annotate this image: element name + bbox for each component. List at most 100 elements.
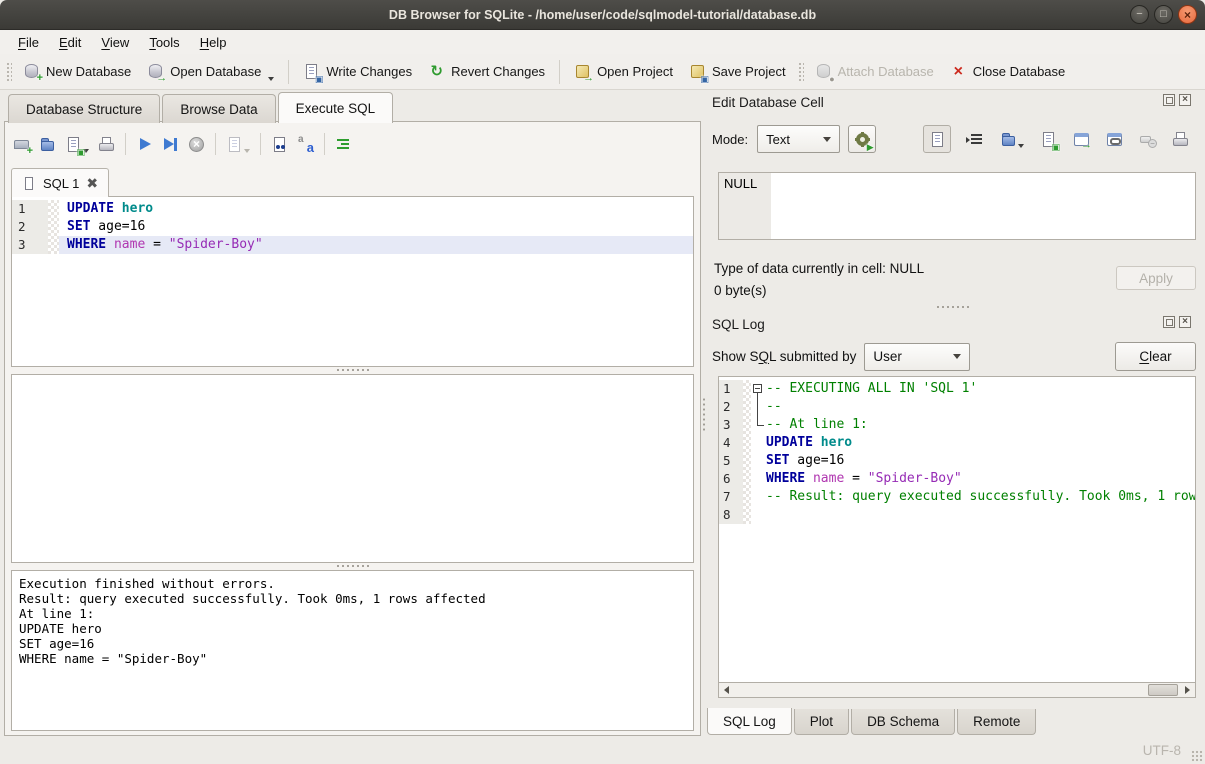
message-line: At line 1: — [12, 606, 693, 621]
panel-splitter[interactable] — [701, 92, 707, 736]
toolbar-grip[interactable] — [5, 61, 12, 83]
code-line[interactable]: 2SET age=16 — [12, 218, 693, 236]
open-project-button[interactable]: → Open Project — [566, 58, 681, 85]
tab-browse-data[interactable]: Browse Data — [162, 94, 275, 123]
close-dock-icon[interactable] — [1179, 94, 1191, 106]
cell-type-info: Type of data currently in cell: NULL — [714, 258, 924, 280]
chevron-down-icon — [953, 354, 961, 359]
float-dock-icon[interactable] — [1163, 316, 1175, 328]
sql-editor-toolbar: + ▣ — [13, 129, 352, 159]
print-cell-icon[interactable] — [1172, 131, 1189, 148]
print-icon[interactable] — [98, 136, 115, 153]
window-controls: − □ × — [1130, 5, 1197, 24]
main-toolbar: + New Database → Open Database ▣ Write C… — [0, 54, 1205, 90]
scroll-left-icon[interactable] — [719, 683, 734, 697]
sql-log-view[interactable]: 1-- EXECUTING ALL IN 'SQL 1'2--3-- At li… — [718, 376, 1196, 682]
tab-remote[interactable]: Remote — [957, 709, 1036, 735]
scroll-right-icon[interactable] — [1180, 683, 1195, 697]
menu-file[interactable]: File — [8, 32, 49, 53]
menu-view[interactable]: View — [91, 32, 139, 53]
set-null-icon[interactable] — [1139, 131, 1156, 148]
tab-database-structure[interactable]: Database Structure — [8, 94, 160, 123]
cell-value: NULL — [719, 173, 771, 239]
code-line[interactable]: 4UPDATE hero — [719, 434, 1195, 452]
find-icon[interactable] — [271, 136, 288, 153]
new-database-button[interactable]: + New Database — [15, 58, 139, 85]
horizontal-scrollbar[interactable] — [718, 682, 1196, 698]
open-sql-file-icon[interactable] — [39, 136, 56, 153]
close-tab-icon[interactable]: ✖ — [86, 176, 98, 190]
code-line[interactable]: 7-- Result: query executed successfully.… — [719, 488, 1195, 506]
menu-edit[interactable]: Edit — [49, 32, 91, 53]
clear-button[interactable]: Clear — [1115, 342, 1196, 371]
toolbar-separator — [559, 60, 560, 84]
splitter-handle[interactable] — [5, 367, 700, 373]
open-database-dropdown-icon[interactable] — [268, 77, 274, 81]
tab-plot[interactable]: Plot — [794, 709, 849, 735]
auto-format-icon[interactable] — [335, 136, 352, 153]
menubar: File Edit View Tools Help — [0, 30, 1205, 54]
import-dropdown-icon[interactable] — [1018, 144, 1024, 148]
code-line[interactable]: 3-- At line 1: — [719, 416, 1195, 434]
cell-toolbar: ▣ — [923, 124, 1189, 154]
sql-editor[interactable]: 1UPDATE hero2SET age=163WHERE name = "Sp… — [11, 196, 694, 367]
splitter-handle[interactable] — [707, 304, 1199, 310]
splitter-handle[interactable] — [5, 563, 700, 569]
code-line[interactable]: 1UPDATE hero — [12, 200, 693, 218]
find-replace-icon[interactable] — [297, 136, 314, 153]
code-line[interactable]: 2-- — [719, 398, 1195, 416]
minimize-button[interactable]: − — [1130, 5, 1149, 24]
auto-apply-button[interactable]: ▶ — [848, 125, 876, 153]
code-line[interactable]: 3WHERE name = "Spider-Boy" — [12, 236, 693, 254]
text-mode-button[interactable] — [923, 125, 951, 153]
cell-size-info: 0 byte(s) — [714, 280, 924, 302]
code-line[interactable]: 1-- EXECUTING ALL IN 'SQL 1' — [719, 380, 1195, 398]
code-line[interactable]: 6WHERE name = "Spider-Boy" — [719, 470, 1195, 488]
execution-message-box: Execution finished without errors.Result… — [11, 570, 694, 731]
tab-db-schema[interactable]: DB Schema — [851, 709, 955, 735]
open-sql-tab-icon[interactable]: + — [13, 136, 30, 153]
sql-log-title: SQL Log — [712, 317, 765, 332]
link-data-icon[interactable] — [1106, 131, 1123, 148]
code-line[interactable]: 8 — [719, 506, 1195, 524]
code-line[interactable]: 5SET age=16 — [719, 452, 1195, 470]
scrollbar-thumb[interactable] — [1148, 684, 1178, 696]
save-results-icon[interactable] — [226, 136, 243, 153]
mode-label: Mode: — [712, 132, 748, 147]
attach-database-button[interactable]: ● Attach Database — [807, 58, 942, 85]
close-button[interactable]: × — [1178, 5, 1197, 24]
toolbar-grip[interactable] — [797, 61, 804, 83]
export-data-icon[interactable]: ▣ — [1040, 131, 1057, 148]
apply-button[interactable]: Apply — [1116, 266, 1196, 290]
save-sql-file-icon[interactable]: ▣ — [65, 136, 82, 153]
close-dock-icon[interactable] — [1179, 316, 1191, 328]
close-database-button[interactable]: × Close Database — [942, 58, 1074, 85]
tab-sql-1[interactable]: SQL 1 ✖ — [11, 168, 109, 197]
import-data-icon[interactable] — [1000, 131, 1017, 148]
word-wrap-icon[interactable] — [967, 131, 984, 148]
edit-cell-dock: Edit Database Cell — [712, 92, 1199, 112]
open-project-icon: → — [574, 63, 591, 80]
save-project-button[interactable]: ▣ Save Project — [681, 58, 794, 85]
tab-sql-log[interactable]: SQL Log — [707, 708, 792, 735]
new-database-icon: + — [23, 63, 40, 80]
revert-changes-button[interactable]: ↻ Revert Changes — [420, 58, 553, 85]
write-changes-button[interactable]: ▣ Write Changes — [295, 58, 420, 85]
execute-all-icon[interactable] — [136, 136, 153, 153]
maximize-button[interactable]: □ — [1154, 5, 1173, 24]
save-results-dropdown-icon[interactable] — [244, 149, 250, 153]
cell-value-editor[interactable]: NULL — [718, 172, 1196, 240]
menu-help[interactable]: Help — [190, 32, 237, 53]
tab-execute-sql[interactable]: Execute SQL — [278, 92, 394, 123]
revert-changes-icon: ↻ — [428, 63, 445, 80]
float-dock-icon[interactable] — [1163, 94, 1175, 106]
resize-grip[interactable] — [1191, 750, 1203, 762]
open-database-button[interactable]: → Open Database — [139, 58, 282, 86]
stop-execution-icon[interactable] — [188, 136, 205, 153]
mode-select[interactable]: Text — [757, 125, 840, 153]
submitted-by-select[interactable]: User — [864, 343, 970, 371]
apply-data-icon[interactable] — [1073, 131, 1090, 148]
results-grid[interactable] — [11, 374, 694, 563]
menu-tools[interactable]: Tools — [139, 32, 189, 53]
execute-current-line-icon[interactable] — [162, 136, 179, 153]
